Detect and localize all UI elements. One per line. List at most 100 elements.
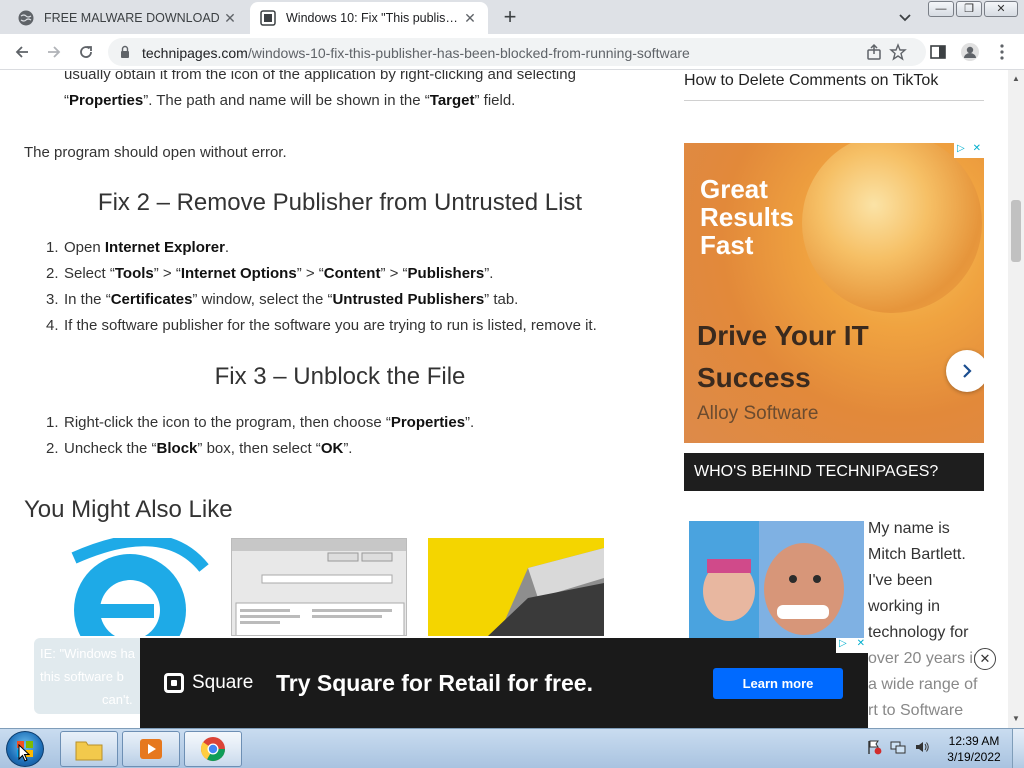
related-thumb-dialog[interactable] — [231, 538, 407, 636]
step-bold-text: Internet Options — [180, 265, 297, 282]
url-path: /windows-10-fix-this-publisher-has-been-… — [247, 45, 690, 61]
mouse-cursor-icon — [18, 744, 30, 762]
volume-icon[interactable] — [914, 739, 930, 755]
scroll-up-arrow-icon[interactable]: ▲ — [1011, 74, 1021, 84]
ad-tagline: Try Square for Retail for free. — [276, 670, 593, 696]
windows-taskbar: 12:39 AM 3/19/2022 — [0, 728, 1024, 768]
device-photo-image — [488, 548, 604, 636]
step-bold-text: OK — [320, 440, 344, 457]
scroll-down-arrow-icon[interactable]: ▼ — [1011, 714, 1021, 724]
minimize-button[interactable]: — — [928, 1, 954, 17]
reload-icon[interactable] — [76, 42, 96, 62]
ad-close-button[interactable]: ✕ — [974, 648, 996, 670]
author-bio: My name is Mitch Bartlett. I've been wor… — [868, 520, 969, 641]
step-number: 3. — [46, 291, 59, 308]
back-arrow-icon[interactable] — [12, 42, 32, 62]
step-text: ”. — [465, 414, 475, 431]
chevron-right-icon — [963, 364, 972, 378]
list-item: 1. Right-click the icon to the program, t… — [46, 410, 474, 436]
step-bold-text: Certificates — [110, 291, 193, 308]
new-tab-plus-icon[interactable]: + — [498, 6, 522, 30]
tab-technipages[interactable]: Windows 10: Fix "This publisher has been… — [250, 2, 488, 34]
action-center-flag-icon[interactable] — [866, 739, 882, 755]
scrollbar-thumb[interactable] — [1011, 200, 1021, 262]
side-panel-icon[interactable] — [928, 42, 948, 62]
author-photo — [689, 521, 864, 641]
share-icon[interactable] — [864, 42, 884, 62]
step-bold-text: Internet Explorer — [104, 239, 225, 256]
menu-kebab-icon[interactable] — [992, 42, 1012, 62]
adchoices-icon[interactable]: ▷ ✕ — [836, 638, 868, 653]
lock-icon[interactable] — [118, 45, 132, 59]
list-item: 2. Select “Tools” > “Internet Options” > … — [46, 261, 597, 287]
step-number: 1. — [46, 414, 59, 431]
program-opens-text: The program should open without error. — [24, 144, 287, 161]
step-text: ” box, then select “ — [197, 440, 321, 457]
url-domain: technipages.com — [142, 45, 248, 61]
media-player-icon — [140, 739, 162, 759]
network-icon[interactable] — [890, 739, 906, 755]
step-text: ”. — [484, 265, 494, 282]
step-text: ” window, select the “ — [192, 291, 333, 308]
author-bio-continued: over 20 years in a wide range of rt to S… — [868, 650, 982, 719]
tab-title: Windows 10: Fix "This publisher has been… — [286, 11, 462, 25]
show-desktop-button[interactable] — [1012, 729, 1024, 768]
globe-graphic — [802, 143, 982, 313]
tab-malware-download[interactable]: FREE MALWARE DOWNLOAD ✕ — [8, 2, 248, 34]
step-number: 2. — [46, 440, 59, 457]
step-text: Uncheck the “ — [64, 440, 157, 457]
ad-headline: Great Results Fast — [700, 174, 794, 260]
notification-toast[interactable]: IE: "Windows ha this software b can't. — [34, 638, 154, 714]
restore-button[interactable]: ❐ — [956, 1, 982, 17]
page-scrollbar[interactable]: ▲ ▼ — [1008, 70, 1024, 728]
fix2-heading: Fix 2 – Remove Publisher from Untrusted … — [97, 189, 583, 216]
bottom-ad-square[interactable]: Square Try Square for Retail for free. L… — [140, 638, 868, 728]
url-text: technipages.com/windows-10-fix-this-publ… — [142, 45, 690, 61]
tab-strip: FREE MALWARE DOWNLOAD ✕ Windows 10: Fix … — [0, 0, 1024, 34]
list-item: 4. If the software publisher for the soft… — [46, 313, 597, 339]
technipages-favicon-icon — [260, 10, 276, 26]
tab-close-icon[interactable]: ✕ — [222, 10, 238, 26]
address-bar[interactable]: technipages.com/windows-10-fix-this-publ… — [108, 38, 926, 66]
forward-arrow-icon[interactable] — [44, 42, 64, 62]
web-page: usually obtain it from the icon of the a… — [0, 70, 1008, 728]
profile-avatar-icon[interactable] — [960, 42, 980, 62]
ad-drive-text: Drive Your IT Success — [697, 320, 869, 393]
taskbar-media-player[interactable] — [122, 731, 180, 767]
folder-icon — [75, 741, 103, 761]
learn-more-button[interactable]: Learn more — [713, 668, 843, 699]
window-controls: — ❐ ✕ — [928, 1, 1018, 17]
internet-explorer-logo-icon — [71, 538, 209, 636]
system-clock[interactable]: 12:39 AM 3/19/2022 — [944, 733, 1004, 765]
tab-close-icon[interactable]: ✕ — [462, 10, 478, 26]
bookmark-star-icon[interactable] — [888, 42, 908, 62]
adchoices-icon[interactable]: ▷ ✕ — [954, 143, 984, 158]
taskbar-explorer[interactable] — [60, 731, 118, 767]
fix3-steps-list: 1. Right-click the icon to the program, t… — [46, 410, 474, 462]
who-behind-heading: WHO'S BEHIND TECHNIPAGES? — [684, 453, 984, 491]
step-bold-text: Tools — [114, 265, 154, 282]
fix3-heading: Fix 3 – Unblock the File — [214, 363, 466, 390]
related-thumb-ie[interactable] — [34, 538, 210, 636]
sidebar-ad-alloy[interactable]: ▷ ✕ Great Results Fast Drive Your IT Succ… — [684, 143, 984, 443]
taskbar-chrome[interactable] — [184, 731, 242, 767]
step-number: 1. — [46, 239, 59, 256]
step-text: Open — [64, 239, 105, 256]
step-number: 4. — [46, 317, 59, 334]
step-bold-text: Content — [323, 265, 381, 282]
close-window-button[interactable]: ✕ — [984, 1, 1018, 17]
clock-date: 3/19/2022 — [947, 750, 1001, 764]
carousel-next-button[interactable] — [946, 350, 984, 392]
globe-icon — [18, 10, 34, 26]
related-thumb-device[interactable] — [428, 538, 604, 636]
chevron-down-icon[interactable] — [896, 8, 914, 26]
step-text: ” > “ — [380, 265, 408, 282]
tab-title: FREE MALWARE DOWNLOAD — [44, 11, 220, 25]
sidebar-link-tiktok[interactable]: How to Delete Comments on TikTok — [684, 72, 984, 101]
step-bold-text: Properties — [390, 414, 466, 431]
step-text: ” tab. — [484, 291, 519, 308]
step-text: In the “ — [64, 291, 111, 308]
browser-toolbar: technipages.com/windows-10-fix-this-publ… — [0, 34, 1024, 70]
step-bold-text: Block — [156, 440, 198, 457]
step-number: 2. — [46, 265, 59, 282]
